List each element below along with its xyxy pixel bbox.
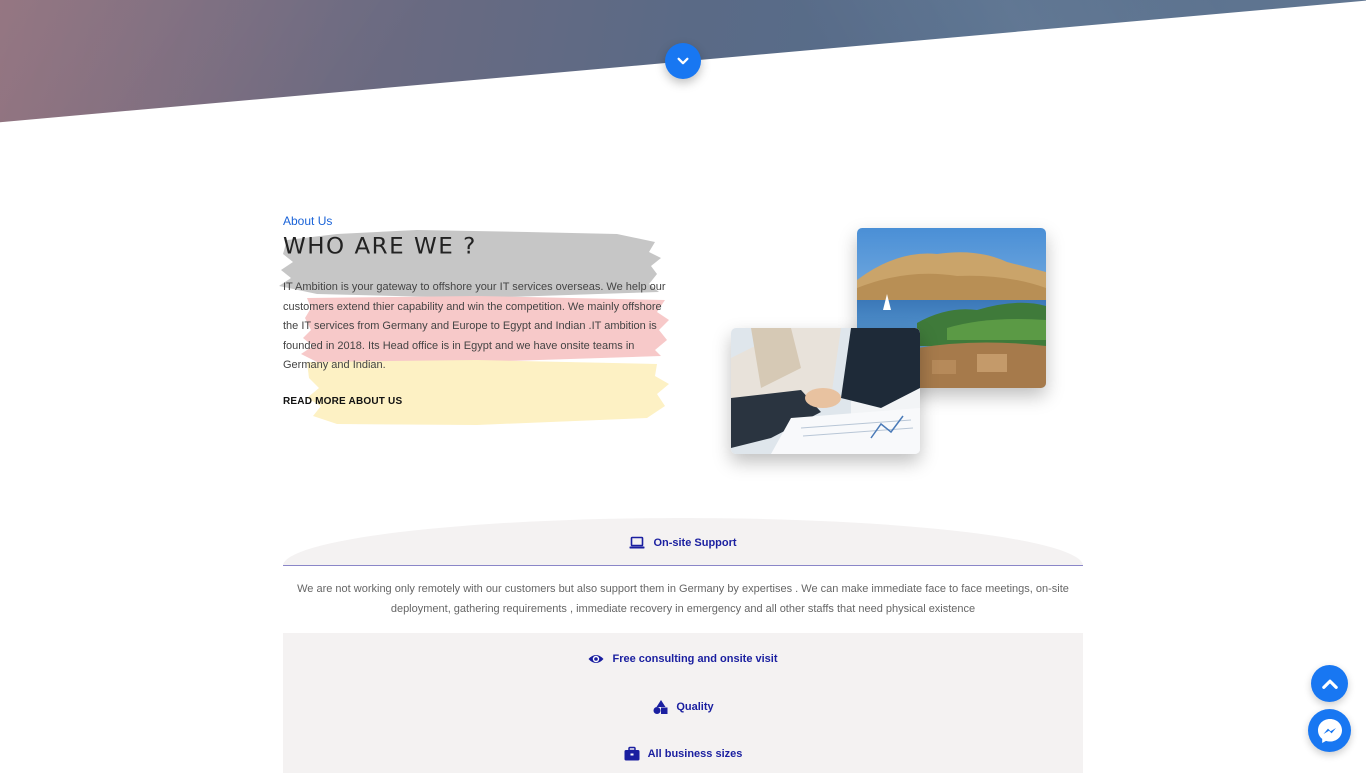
feature-label: Free consulting and onsite visit	[612, 653, 778, 665]
onsite-support-title: On-site Support	[629, 535, 737, 551]
messenger-chat-button[interactable]	[1308, 709, 1351, 752]
section-title: WHO ARE WE ?	[283, 234, 477, 260]
briefcase-icon	[624, 746, 640, 761]
about-section: About Us WHO ARE WE ? IT Ambition is you…	[279, 212, 678, 425]
scroll-down-button[interactable]	[665, 43, 701, 79]
shapes-icon	[653, 700, 668, 714]
read-more-link[interactable]: READ MORE ABOUT US	[283, 396, 402, 407]
feature-quality[interactable]: Quality	[283, 699, 1083, 715]
business-handshake-photo	[731, 328, 920, 454]
chevron-up-icon	[1321, 679, 1338, 689]
onsite-support-tab[interactable]: On-site Support	[283, 518, 1083, 566]
features-panel: Free consulting and onsite visit Quality…	[283, 633, 1083, 773]
feature-label: All business sizes	[647, 748, 743, 760]
laptop-icon	[629, 536, 645, 548]
feature-free-consulting[interactable]: Free consulting and onsite visit	[283, 651, 1083, 667]
eye-icon	[588, 655, 604, 663]
scroll-to-top-button[interactable]	[1311, 665, 1348, 702]
section-label: About Us	[283, 214, 333, 228]
chevron-down-icon	[677, 57, 689, 65]
feature-all-business-sizes[interactable]: All business sizes	[283, 746, 1083, 762]
onsite-support-description: We are not working only remotely with ou…	[297, 583, 1069, 615]
messenger-icon	[1317, 718, 1342, 743]
about-paragraph: IT Ambition is your gateway to offshore …	[283, 281, 666, 371]
feature-label: Quality	[676, 701, 714, 713]
